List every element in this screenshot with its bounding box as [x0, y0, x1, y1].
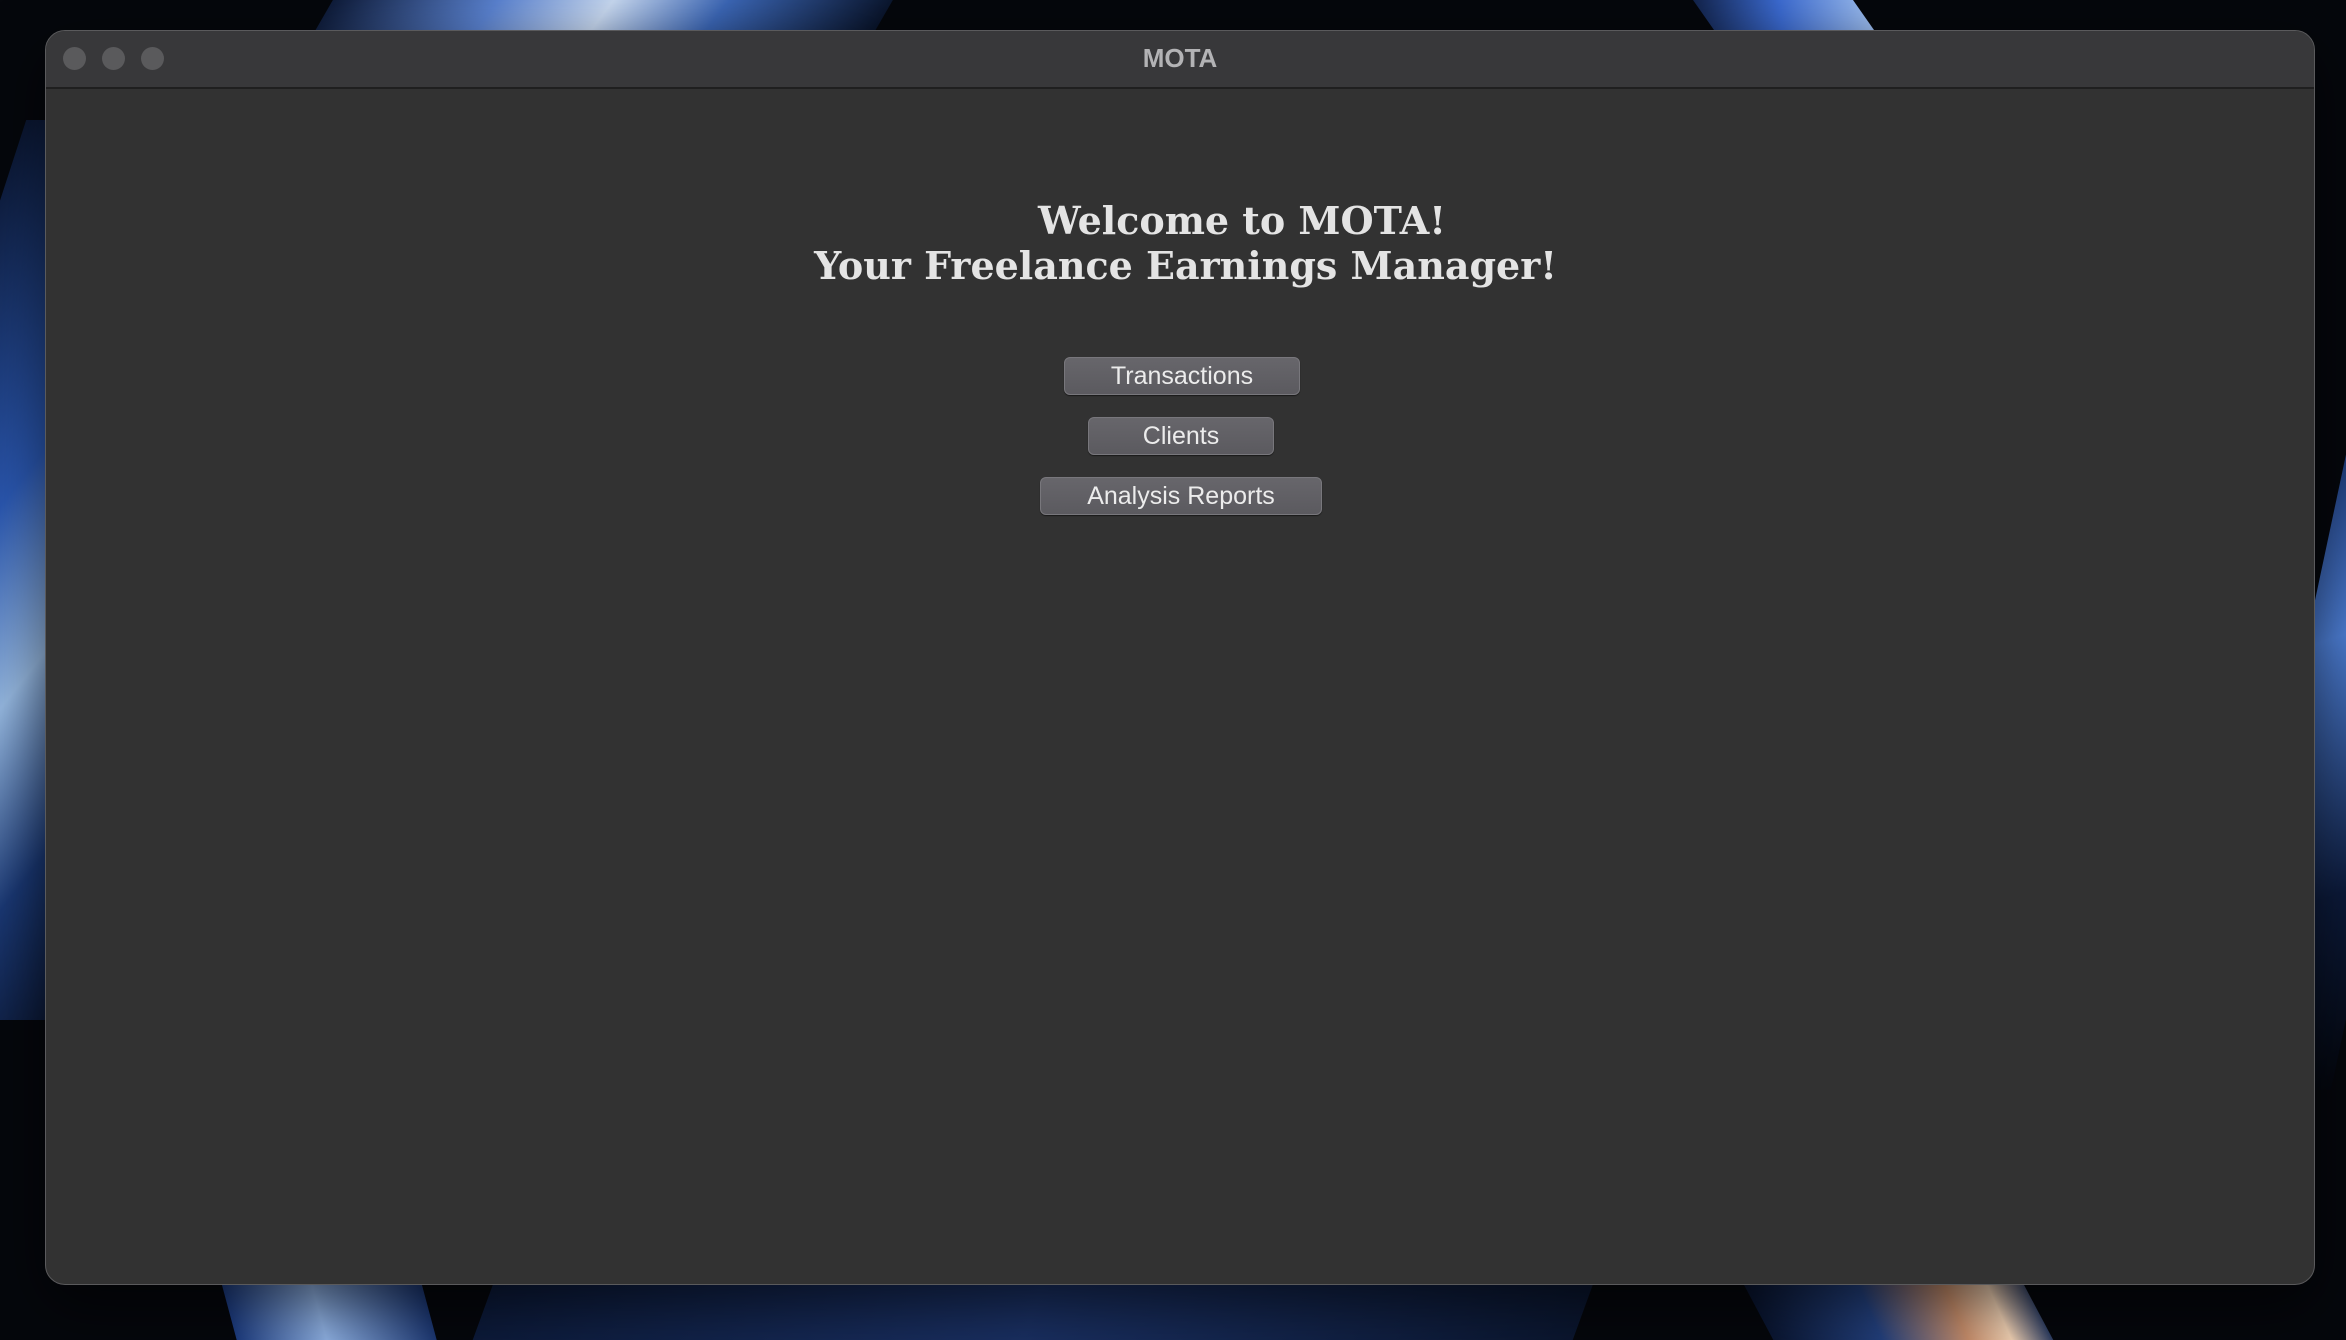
- welcome-subheading: Your Freelance Earnings Manager!: [814, 243, 1557, 288]
- analysis-reports-button[interactable]: Analysis Reports: [1040, 477, 1322, 515]
- app-window: MOTA Welcome to MOTA! Your Freelance Ear…: [45, 30, 2315, 1285]
- transactions-button[interactable]: Transactions: [1064, 357, 1300, 395]
- clients-button[interactable]: Clients: [1088, 417, 1274, 455]
- window-title: MOTA: [1142, 43, 1218, 73]
- wallpaper-shape: [467, 1285, 1593, 1340]
- window-titlebar[interactable]: MOTA: [46, 31, 2314, 89]
- main-content: Welcome to MOTA! Your Freelance Earnings…: [46, 89, 2314, 1284]
- welcome-heading: Welcome to MOTA!: [1038, 198, 1446, 243]
